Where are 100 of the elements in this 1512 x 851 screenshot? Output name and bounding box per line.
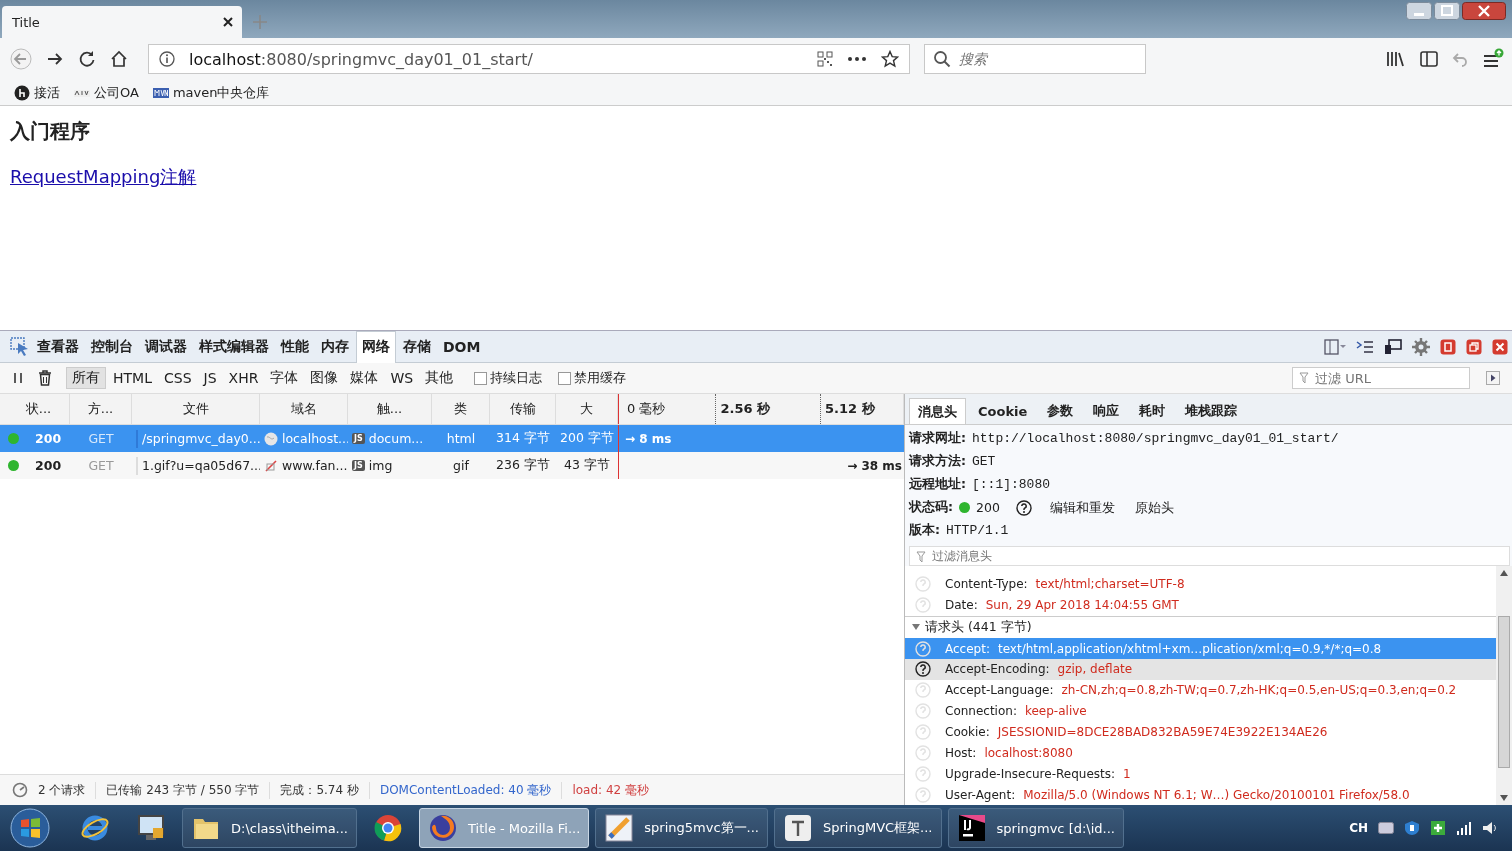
filter-button[interactable]: 图像	[305, 367, 344, 389]
globe-e-icon[interactable]	[80, 813, 110, 843]
devtools-tab[interactable]: 网络	[356, 330, 396, 363]
sidebar-icon[interactable]	[1420, 51, 1438, 67]
settings-icon[interactable]	[1412, 337, 1430, 356]
devtools-tab[interactable]: 性能	[276, 330, 314, 363]
request-row[interactable]: 200 GET /springmvc_day0... localhost... JS docum... html 314 字节 200 字节 → 8 ms	[0, 425, 904, 452]
header-row[interactable]: Host: localhost:8080	[905, 742, 1496, 764]
info-icon[interactable]	[159, 51, 175, 67]
header-row[interactable]: Upgrade-Insecure-Requests: 1	[905, 763, 1496, 785]
signal-icon[interactable]	[1456, 821, 1472, 835]
more-icon[interactable]	[847, 56, 867, 62]
maximize-icon[interactable]	[1434, 2, 1460, 20]
devtools-tab[interactable]: 调试器	[140, 330, 192, 363]
scroll-down-icon[interactable]	[1500, 795, 1508, 801]
url-text[interactable]: localhost:8080/springmvc_day01_01_start/	[189, 49, 803, 69]
pick-element-icon[interactable]	[10, 336, 30, 357]
taskbar-button[interactable]: SpringMVC框架...	[773, 808, 942, 848]
dock-icon[interactable]	[1440, 338, 1456, 355]
column-header[interactable]: 域名	[260, 394, 348, 424]
close-icon[interactable]	[1462, 2, 1506, 20]
address-bar[interactable]: localhost:8080/springmvc_day01_01_start/	[148, 44, 910, 74]
bookmark[interactable]: 接活	[14, 83, 60, 102]
devtools-tab[interactable]: 内存	[316, 330, 354, 363]
restore-icon[interactable]	[1466, 338, 1482, 355]
column-header[interactable]: 大	[556, 394, 618, 424]
header-action-button[interactable]: 编辑和重发	[1049, 498, 1115, 517]
search-field[interactable]: 搜索	[924, 44, 1146, 74]
layout-icon[interactable]	[1324, 338, 1346, 355]
checkbox[interactable]	[558, 371, 572, 385]
header-row[interactable]: Content-Type: text/html;charset=UTF-8	[905, 574, 1496, 595]
filter-button[interactable]: 所有	[66, 367, 106, 389]
bookmark[interactable]: maven中央仓库	[152, 83, 270, 102]
header-row[interactable]: Cookie: JSESSIONID=8DCE28BAD832BA59E74E3922E134AE26	[905, 721, 1496, 743]
monitor-icon[interactable]	[136, 813, 166, 843]
keyboard-icon[interactable]	[1378, 822, 1394, 834]
header-row[interactable]: User-Agent: Mozilla/5.0 (Windows NT 6.1; W…) Gecko/20100101 Firefox/58.0	[905, 784, 1496, 805]
split-console-icon[interactable]	[1356, 339, 1374, 354]
library-icon[interactable]	[1386, 50, 1406, 68]
header-row[interactable]: Accept-Encoding: gzip, deflate	[905, 659, 1496, 680]
column-header[interactable]: 状...	[0, 394, 70, 424]
filter-url-field[interactable]: 过滤 URL	[1292, 367, 1470, 389]
column-header[interactable]: 传输	[490, 394, 556, 424]
filter-button[interactable]: 字体	[265, 367, 304, 389]
details-tab[interactable]: 耗时	[1131, 398, 1174, 424]
devtools-tab[interactable]: DOM	[438, 330, 486, 363]
qr-code-icon[interactable]	[817, 51, 833, 67]
taskbar-button[interactable]: spring5mvc第一...	[595, 808, 768, 848]
reload-icon[interactable]	[78, 50, 96, 68]
scroll-thumb[interactable]	[1498, 616, 1510, 768]
start-button-icon[interactable]	[10, 808, 50, 848]
minimize-icon[interactable]	[1406, 2, 1432, 20]
header-row[interactable]: Connection: keep-alive	[905, 700, 1496, 722]
language-indicator[interactable]: CH	[1349, 821, 1368, 835]
scrollbar[interactable]	[1496, 566, 1512, 805]
devtools-tab[interactable]: 控制台	[86, 330, 138, 363]
details-tab[interactable]: 响应	[1085, 398, 1128, 424]
performance-icon[interactable]	[12, 782, 28, 798]
devtools-tab[interactable]: 样式编辑器	[194, 330, 274, 363]
filter-button[interactable]: XHR	[223, 367, 264, 389]
filter-button[interactable]: CSS	[158, 367, 197, 389]
details-tab[interactable]: 参数	[1039, 398, 1082, 424]
trash-icon[interactable]	[38, 370, 52, 386]
filter-button[interactable]: HTML	[108, 367, 157, 389]
filter-button[interactable]: 媒体	[345, 367, 384, 389]
shield-icon[interactable]	[1404, 820, 1420, 836]
devtools-tab[interactable]: 查看器	[32, 330, 84, 363]
filter-button[interactable]: JS	[198, 367, 222, 389]
taskbar-button[interactable]: D:\class\itheima...	[182, 808, 357, 848]
home-icon[interactable]	[110, 50, 128, 68]
taskbar-button[interactable]: springmvc [d:\id...	[947, 808, 1124, 848]
help-icon[interactable]	[1015, 499, 1032, 516]
star-icon[interactable]	[881, 50, 899, 68]
column-header[interactable]: 方...	[70, 394, 132, 424]
bookmark[interactable]: 公司OA	[74, 83, 139, 102]
pause-icon[interactable]	[12, 372, 24, 384]
devtools-tab[interactable]: 存储	[398, 330, 436, 363]
header-row[interactable]: Accept-Language: zh-CN,zh;q=0.8,zh-TW;q=0.7,zh-HK;q=0.5,en-US;q=0.3,en;q=0.2	[905, 679, 1496, 701]
page-link[interactable]: RequestMapping注解	[10, 166, 197, 187]
scroll-up-icon[interactable]	[1500, 570, 1508, 576]
filter-button[interactable]: 其他	[420, 367, 459, 389]
filter-button[interactable]: WS	[385, 367, 419, 389]
details-tab[interactable]: Cookie	[970, 398, 1036, 424]
column-header[interactable]: 类	[432, 394, 490, 424]
checkbox[interactable]	[474, 371, 488, 385]
plus-icon[interactable]	[1430, 820, 1446, 836]
column-header[interactable]: 触...	[348, 394, 432, 424]
close-icon[interactable]	[222, 16, 234, 28]
header-row[interactable]: Date: Sun, 29 Apr 2018 14:04:55 GMT	[905, 594, 1496, 616]
request-row[interactable]: 200 GET 1.gif?u=qa05d67... www.fan... JS img gif 236 字节 43 字节 → 38 ms	[0, 452, 904, 479]
expand-icon[interactable]	[1486, 371, 1500, 385]
responsive-icon[interactable]	[1384, 338, 1402, 355]
help-icon[interactable]	[915, 661, 931, 678]
back-icon[interactable]	[10, 48, 32, 70]
menu-icon[interactable]	[1482, 48, 1504, 70]
details-tab[interactable]: 消息头	[909, 398, 966, 424]
column-header[interactable]: 文件	[132, 394, 260, 424]
details-tab[interactable]: 堆栈跟踪	[1177, 398, 1246, 424]
speaker-icon[interactable]	[1482, 821, 1498, 835]
browser-tab[interactable]: Title	[2, 6, 242, 38]
